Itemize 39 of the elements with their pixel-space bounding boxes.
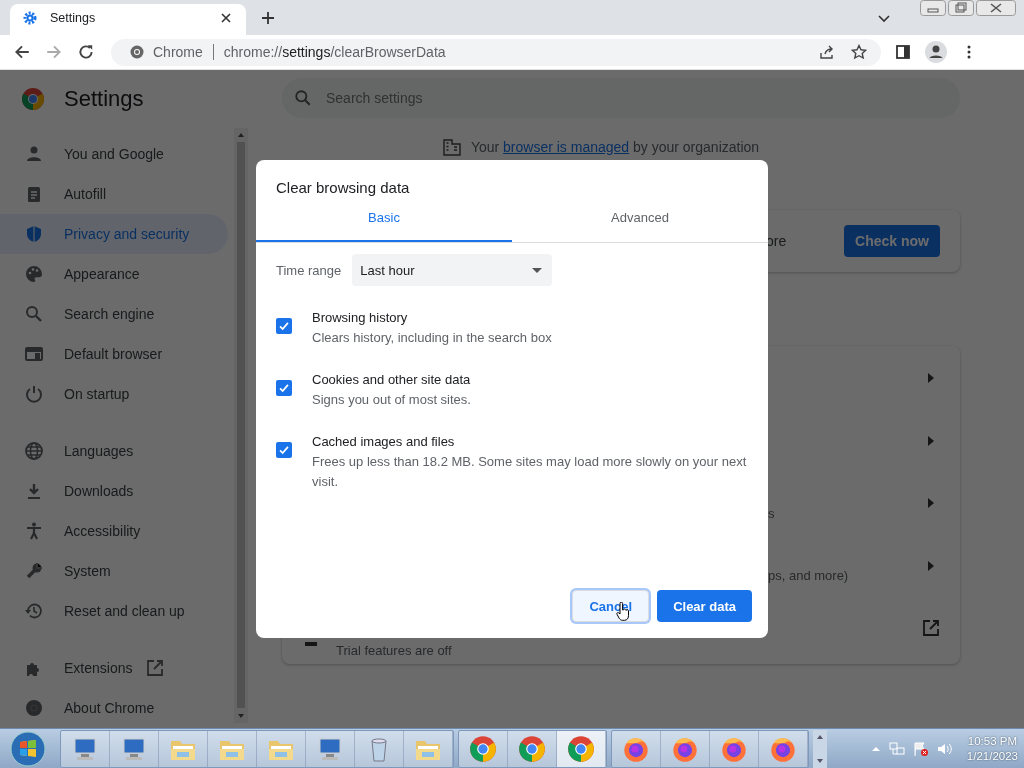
- clock-time[interactable]: 10:53 PM: [967, 733, 1018, 749]
- sidebar-item[interactable]: Accessibility: [0, 511, 228, 551]
- sidebar-item[interactable]: Default browser: [0, 334, 228, 374]
- option-title: Cached images and files: [312, 433, 456, 451]
- sidebar-item[interactable]: System: [0, 551, 228, 591]
- url-text: chrome://settings/clearBrowserData: [223, 44, 446, 60]
- check-now-button[interactable]: Check now: [844, 225, 940, 257]
- option-description: Clears history, including in the search box: [312, 329, 552, 347]
- option-title: Cookies and other site data: [312, 371, 471, 389]
- sidebar-item[interactable]: Search engine: [0, 294, 228, 334]
- clear-data-button[interactable]: Clear data: [657, 590, 752, 622]
- sidebar-item[interactable]: Languages: [0, 431, 228, 471]
- option-description: Signs you out of most sites.: [312, 391, 471, 409]
- sidebar-item[interactable]: Autofill: [0, 174, 228, 214]
- site-label: Chrome: [153, 44, 203, 60]
- sidebar-item[interactable]: Reset and clean up: [0, 591, 228, 631]
- address-bar[interactable]: Chrome chrome://settings/clearBrowserData: [111, 38, 881, 66]
- time-range-dropdown[interactable]: Last hour: [352, 254, 553, 286]
- sidebar-item[interactable]: You and Google: [0, 134, 228, 174]
- time-range-label: Time range: [276, 262, 342, 278]
- option-description: Frees up less than 18.2 MB. Some sites may load more slowly on your next visit.: [312, 453, 748, 491]
- clock-date[interactable]: 1/21/2023: [966, 748, 1018, 764]
- sidebar-item[interactable]: Downloads: [0, 471, 228, 511]
- managed-link[interactable]: browser is managed: [503, 139, 630, 155]
- dialog-tab[interactable]: Basic: [256, 206, 512, 242]
- settings-title: Settings: [64, 86, 144, 112]
- setting-description: ps, and more): [768, 568, 849, 583]
- sidebar-item[interactable]: On startup: [0, 374, 228, 414]
- dialog-title: Clear browsing data: [275, 178, 411, 196]
- sidebar-item[interactable]: Extensions: [0, 648, 228, 688]
- browser-tab[interactable]: Settings: [10, 4, 246, 35]
- setting-description: Trial features are off: [336, 642, 452, 658]
- sidebar-item[interactable]: About Chrome: [0, 688, 228, 728]
- option-title: Browsing history: [312, 309, 409, 327]
- dialog-tab[interactable]: Advanced: [512, 206, 768, 242]
- sidebar-item[interactable]: Privacy and security: [0, 214, 228, 254]
- setting-description: s: [768, 505, 775, 521]
- managed-notice: Your browser is managed by your organization: [470, 139, 760, 155]
- sidebar-item[interactable]: Appearance: [0, 254, 228, 294]
